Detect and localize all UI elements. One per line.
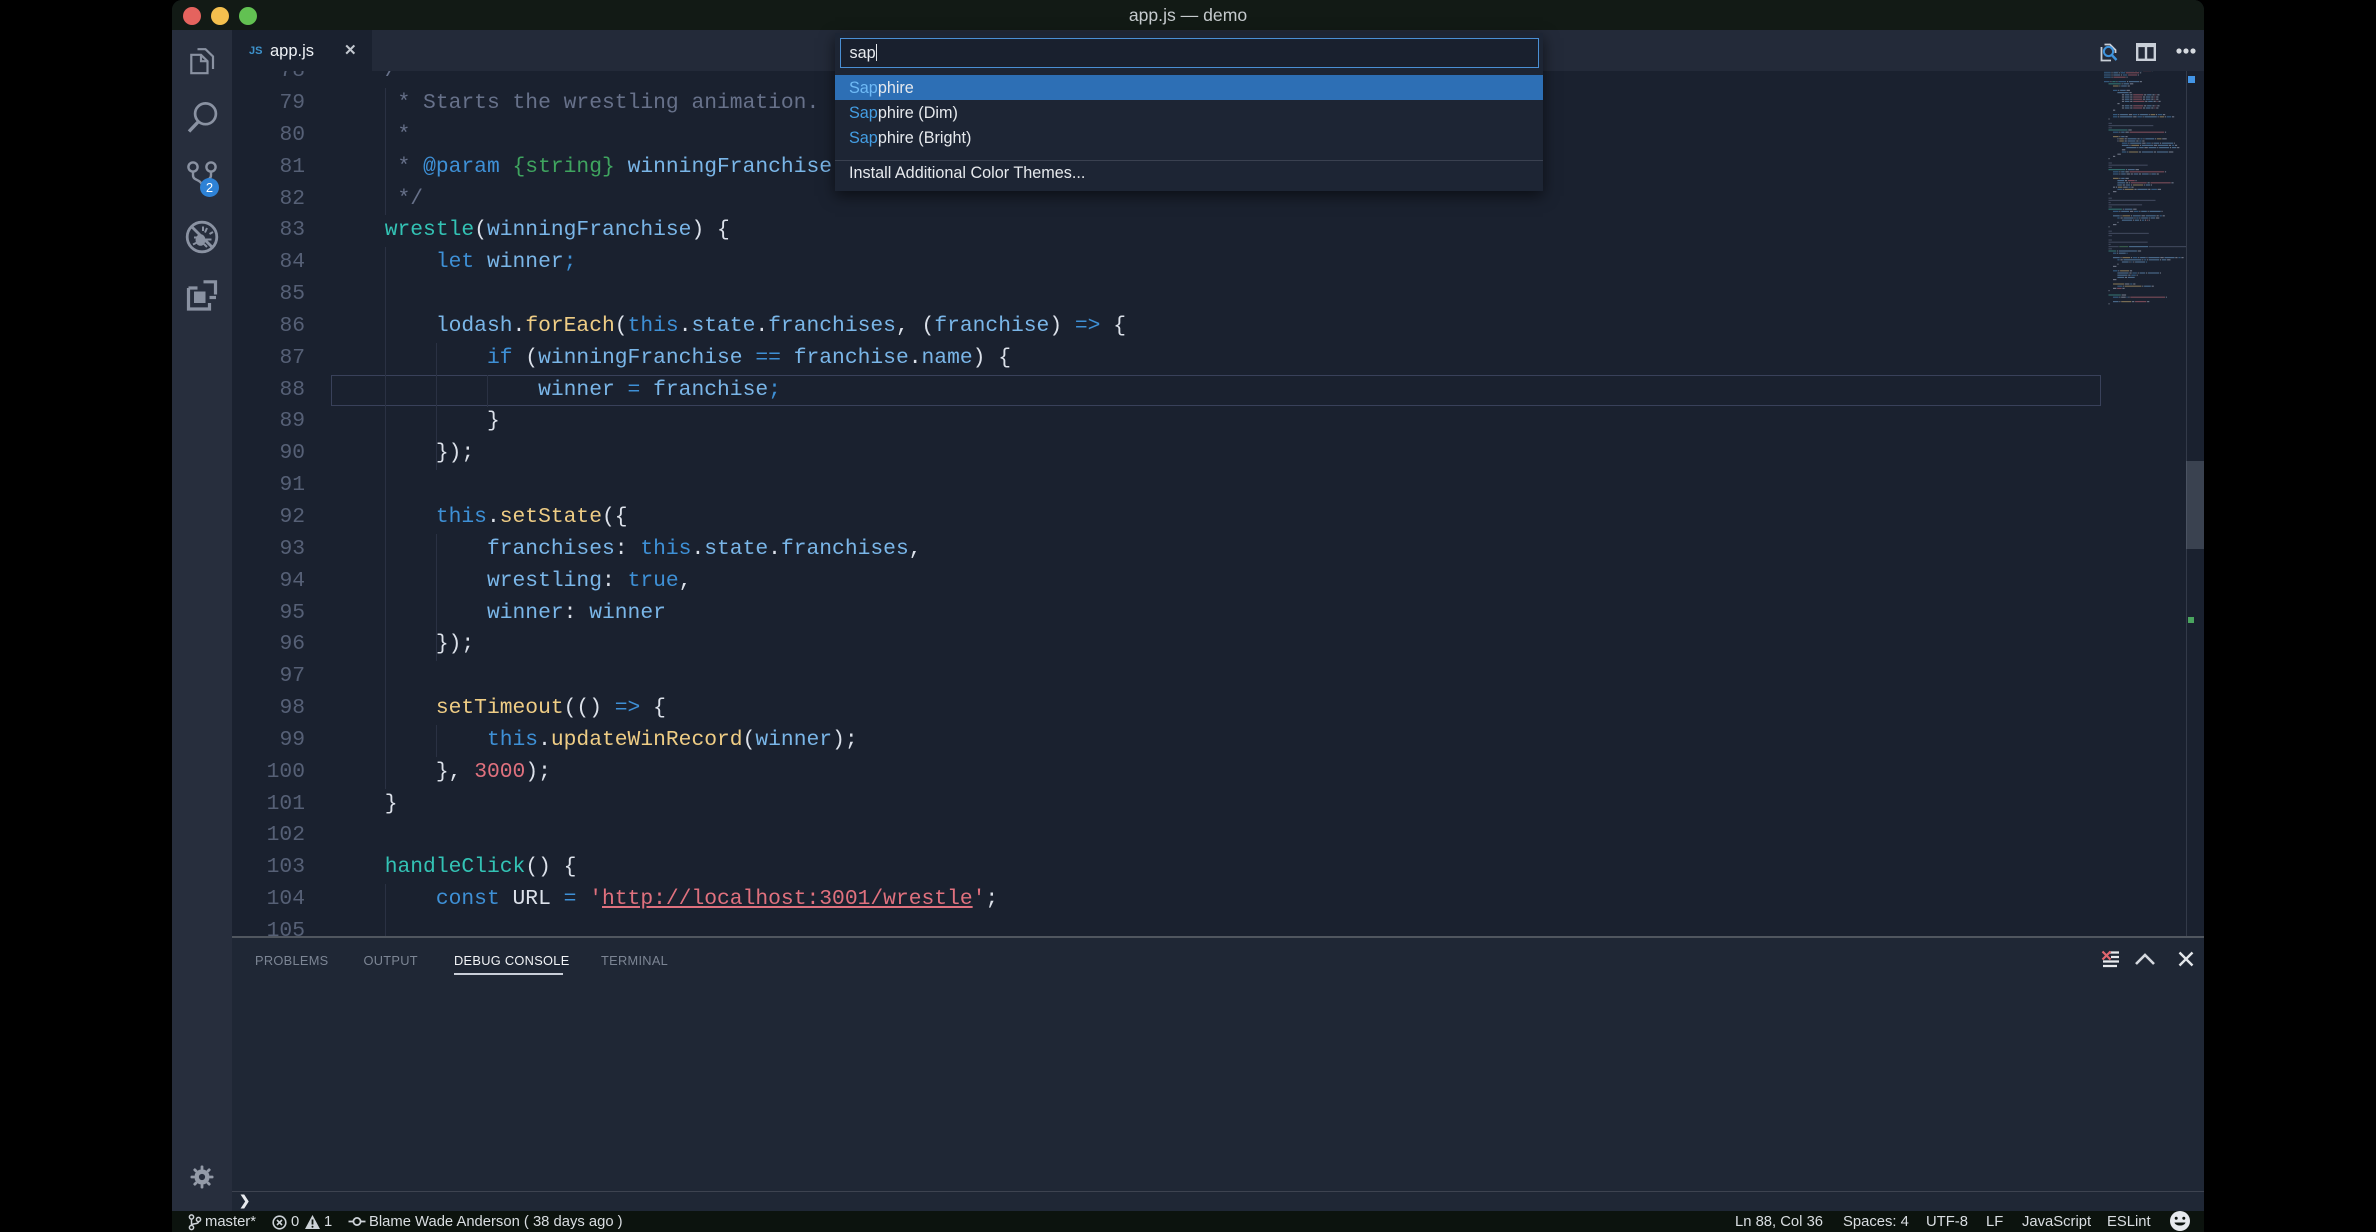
- svg-text:2: 2: [206, 180, 213, 195]
